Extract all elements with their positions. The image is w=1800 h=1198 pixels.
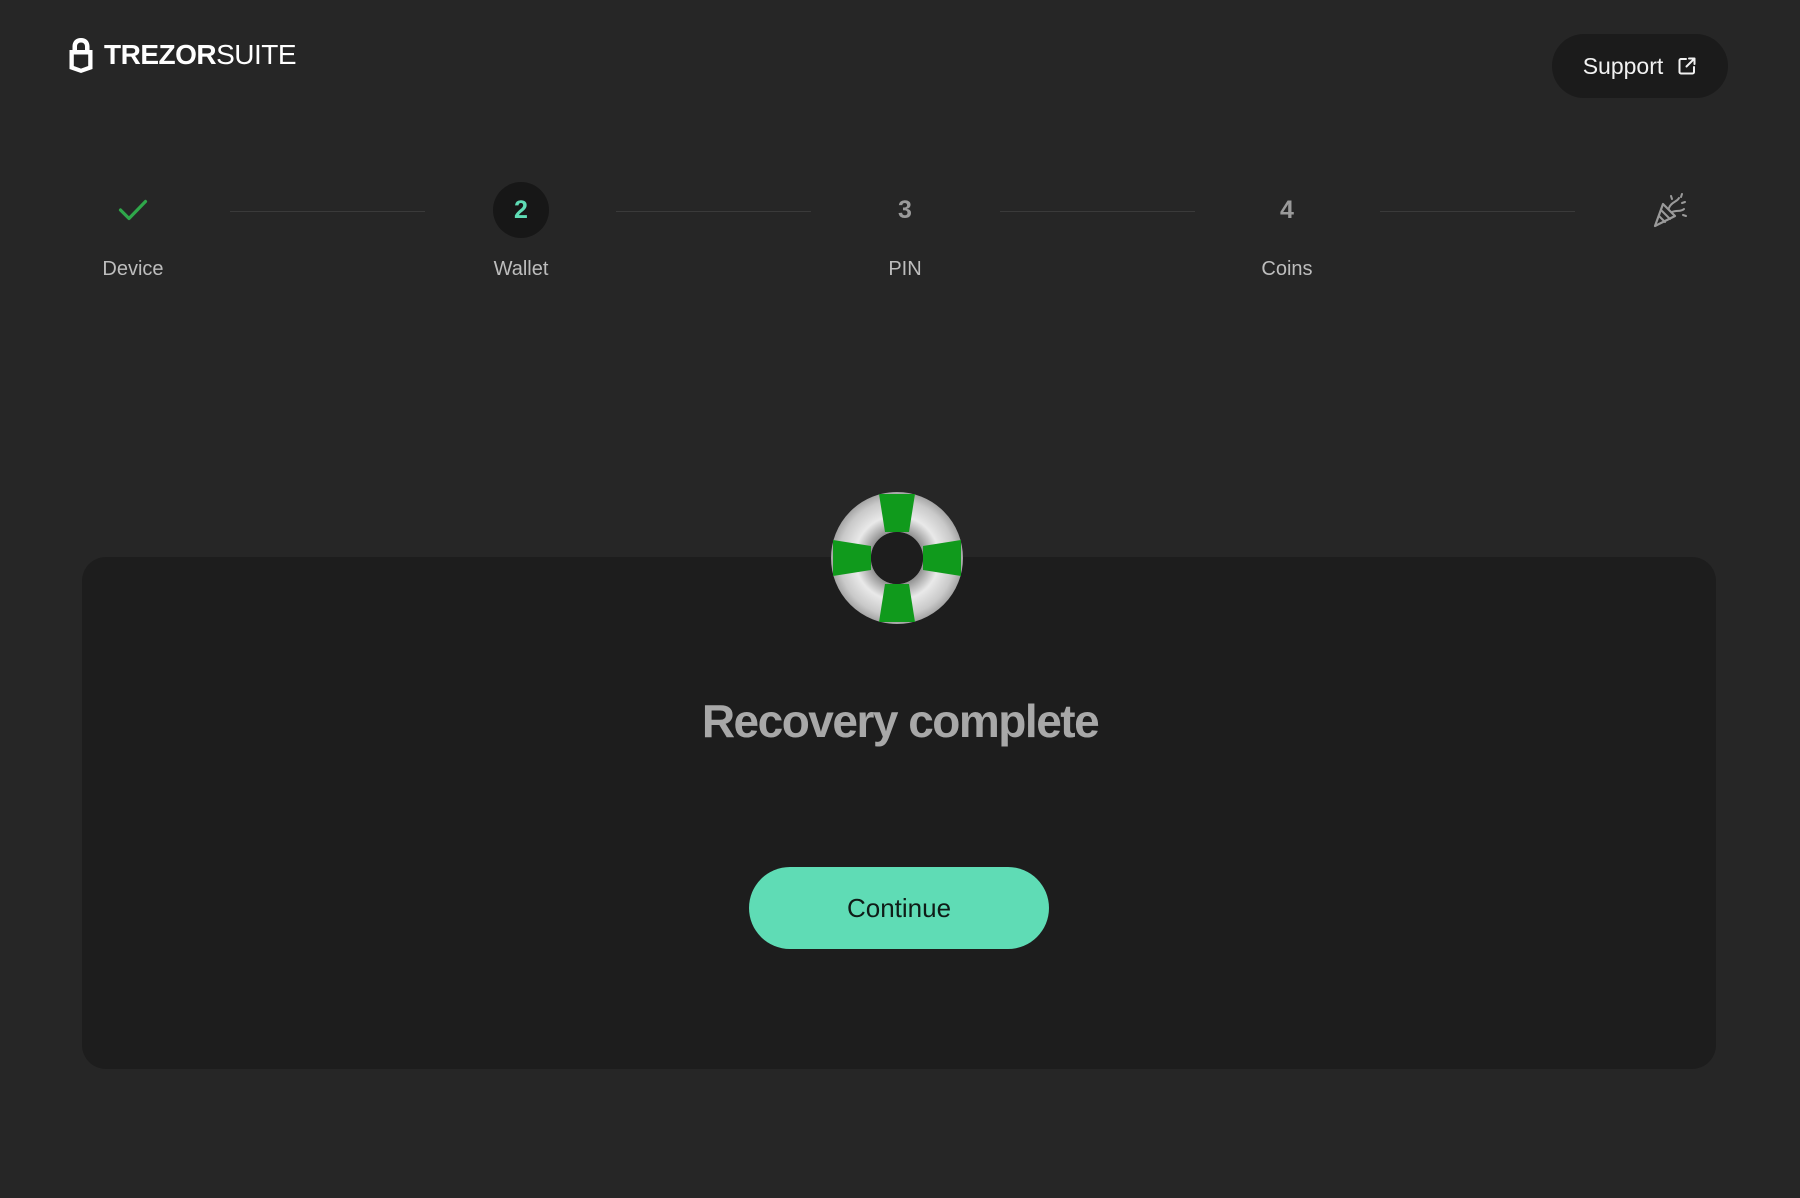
onboarding-stepper: Device 2 Wallet 3 PIN 4 Coins [0,182,1800,292]
step-marker: 3 [898,195,912,224]
step-pin: 3 PIN [825,182,985,281]
external-link-icon [1678,57,1696,75]
support-label: Support [1582,52,1664,79]
logo-wordmark: TREZORSUITE [104,39,297,70]
trezor-lock-icon [69,38,93,73]
step-label: Device [102,258,164,280]
step-label: PIN [888,258,922,280]
step-final [1589,182,1749,258]
step-marker: 4 [1280,195,1294,224]
step-connector [230,211,425,212]
trezor-suite-logo: TREZORSUITE [68,34,297,76]
onboarding-page: TREZORSUITE Support Device 2 Wallet 3 PI… [0,0,1800,1198]
step-coins: 4 Coins [1207,182,1367,281]
party-popper-icon [1653,193,1687,228]
logo-brand: TREZOR [104,39,217,70]
step-label: Wallet [493,258,549,280]
step-marker: 2 [493,182,549,238]
step-connector [616,211,811,212]
step-device: Device [53,182,213,281]
recovery-card [82,557,1716,1069]
step-wallet: 2 Wallet [441,182,601,281]
support-button[interactable]: Support [1552,34,1728,98]
page-title: Recovery complete [701,695,1100,747]
step-device-marker [105,182,161,238]
step-label: Coins [1261,258,1313,280]
check-icon [118,199,148,221]
logo-product: SUITE [216,39,297,70]
step-final-marker [1641,182,1697,238]
continue-button[interactable]: Continue [749,867,1049,949]
lifebuoy-icon [831,492,963,624]
step-connector [1000,211,1195,212]
step-connector [1380,211,1575,212]
